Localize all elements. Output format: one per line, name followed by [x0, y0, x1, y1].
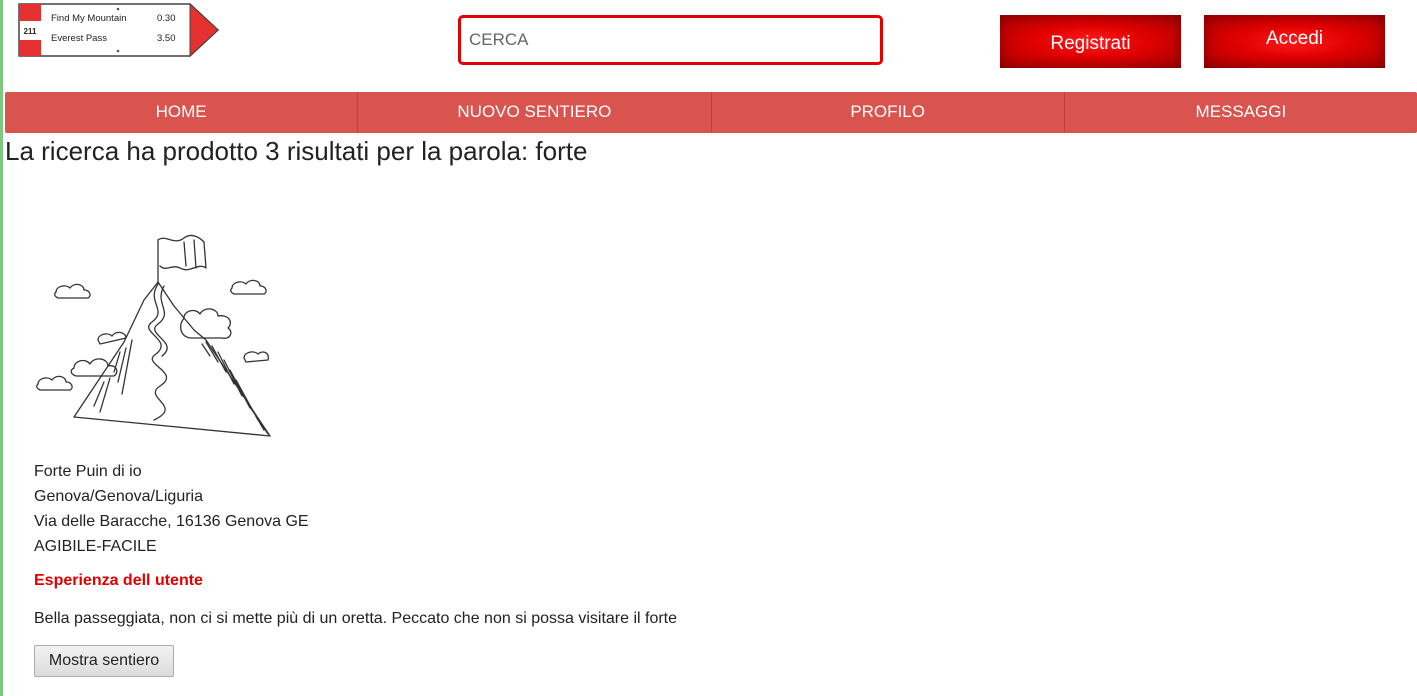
logo-row-label: Find My Mountain: [51, 13, 127, 24]
experience-title: Esperienza dell utente: [34, 572, 203, 589]
trail-image: [34, 222, 276, 442]
mountain-flag-icon: [36, 234, 271, 437]
main-nav: HOME NUOVO SENTIERO PROFILO MESSAGGI: [5, 92, 1417, 133]
trail-difficulty: AGIBILE-FACILE: [34, 538, 157, 555]
search-result-summary: La ricerca ha prodotto 3 risultati per l…: [5, 136, 588, 166]
nav-item-messages[interactable]: MESSAGGI: [1065, 92, 1417, 133]
trail-location: Genova/Genova/Liguria: [34, 488, 203, 505]
trail-sign-icon: 211 Find My Mountain 0.30 Everest Pass 3…: [18, 3, 220, 58]
nav-item-new-trail[interactable]: NUOVO SENTIERO: [358, 92, 712, 133]
logo-row-value: 3.50: [157, 33, 176, 44]
site-logo[interactable]: 211 Find My Mountain 0.30 Everest Pass 3…: [18, 3, 220, 58]
trail-name: Forte Puin di io: [34, 463, 142, 480]
login-button[interactable]: Accedi: [1204, 15, 1385, 68]
show-trail-button[interactable]: Mostra sentiero: [34, 645, 174, 677]
trail-address: Via delle Baracche, 16136 Genova GE: [34, 513, 309, 530]
nav-item-home[interactable]: HOME: [5, 92, 359, 133]
nav-item-profile[interactable]: PROFILO: [712, 92, 1065, 133]
logo-row-value: 0.30: [157, 13, 176, 24]
experience-text: Bella passeggiata, non ci si mette più d…: [34, 610, 678, 627]
search-input[interactable]: [458, 15, 883, 65]
trail-info: Forte Puin di io Genova/Genova/Liguria V…: [34, 459, 309, 559]
logo-row-label: Everest Pass: [51, 33, 107, 44]
window-edge: [0, 0, 3, 696]
register-button[interactable]: Registrati: [1000, 15, 1181, 68]
logo-number: 211: [24, 27, 37, 36]
